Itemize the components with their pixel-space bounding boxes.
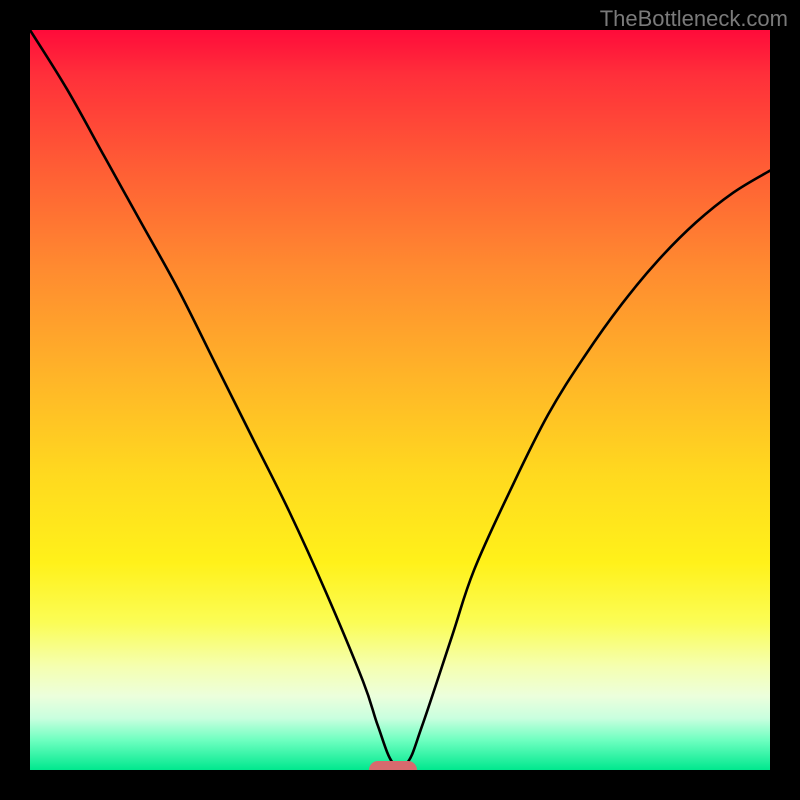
bottleneck-curve <box>30 30 770 768</box>
watermark-text: TheBottleneck.com <box>600 6 788 32</box>
plot-area <box>30 30 770 770</box>
chart-svg <box>30 30 770 770</box>
optimal-marker <box>369 761 417 770</box>
